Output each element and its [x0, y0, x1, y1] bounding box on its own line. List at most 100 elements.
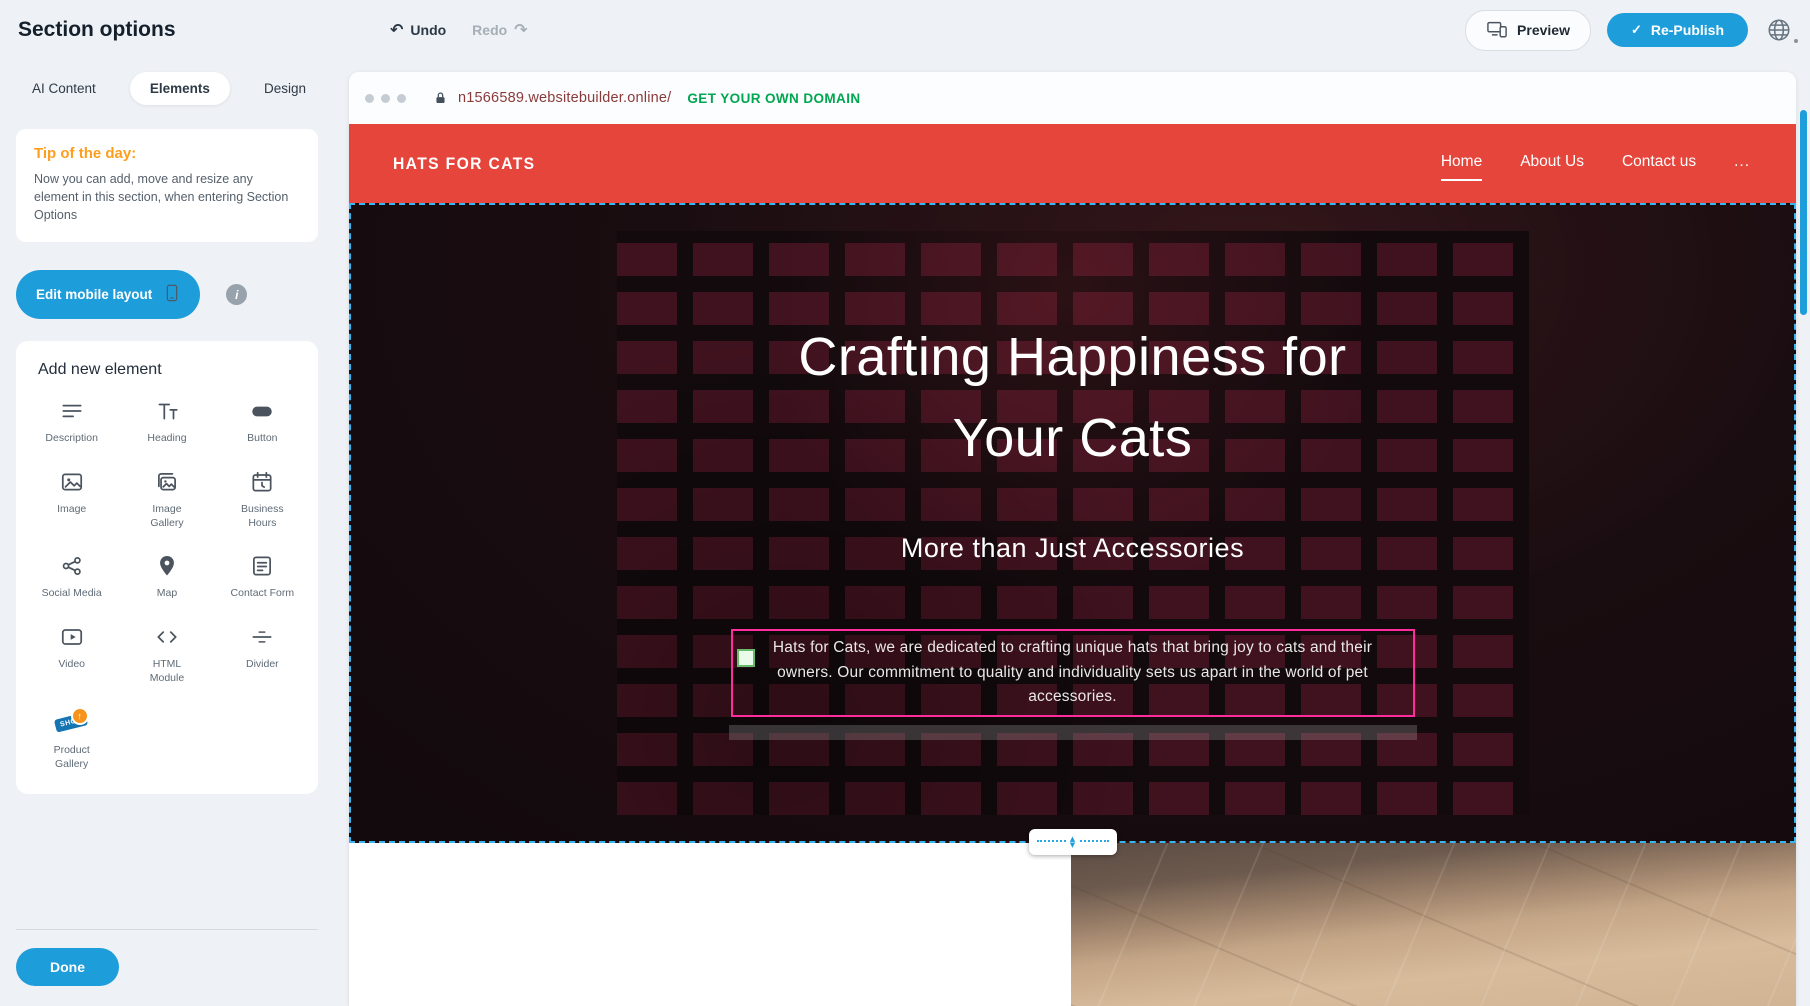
sidebar-spacer — [0, 794, 334, 930]
main-canvas: n1566589.websitebuilder.online/ GET YOUR… — [334, 60, 1810, 1006]
element-html-module[interactable]: HTML Module — [119, 623, 214, 685]
image-gallery-icon — [154, 468, 180, 496]
hero-heading[interactable]: Crafting Happiness forYour Cats — [351, 317, 1794, 479]
element-grid: Description Heading Button — [24, 397, 310, 771]
sidebar-tabs: AI Content Elements Design — [26, 72, 312, 105]
undo-redo-group: ↶ Undo Redo ↷ — [390, 22, 528, 38]
canvas-area: n1566589.websitebuilder.online/ GET YOUR… — [334, 60, 1796, 1006]
preview-label: Preview — [1517, 22, 1570, 38]
element-label: Contact Form — [231, 587, 295, 601]
info-icon[interactable]: i — [226, 284, 247, 305]
element-image[interactable]: Image — [24, 468, 119, 530]
heading-icon — [154, 397, 180, 425]
element-drag-handle[interactable] — [737, 649, 755, 667]
site-page: HATS FOR CATS Home About Us Contact us .… — [349, 124, 1796, 1006]
site-nav: Home About Us Contact us ... — [1441, 153, 1750, 175]
republish-button[interactable]: ✓ Re-Publish — [1607, 13, 1748, 47]
element-social-media[interactable]: Social Media — [24, 552, 119, 601]
element-description[interactable]: Description — [24, 397, 119, 446]
drag-ghost-bar — [729, 725, 1417, 740]
sidebar-divider — [16, 929, 318, 930]
redo-button[interactable]: Redo ↷ — [472, 22, 527, 38]
element-label: Image Gallery — [135, 503, 199, 530]
description-icon — [59, 397, 85, 425]
add-element-title: Add new element — [38, 361, 310, 379]
browser-chrome: n1566589.websitebuilder.online/ GET YOUR… — [349, 72, 1796, 124]
scrollbar[interactable] — [1796, 60, 1810, 1006]
add-element-panel: Add new element Description Heading — [16, 341, 318, 793]
selected-text-element[interactable]: Hats for Cats, we are dedicated to craft… — [731, 629, 1415, 717]
element-label: HTML Module — [135, 658, 199, 685]
app-body: AI Content Elements Design Tip of the da… — [0, 60, 1810, 1006]
tab-design[interactable]: Design — [258, 72, 312, 105]
undo-label: Undo — [410, 22, 446, 38]
next-section — [349, 843, 1796, 1006]
check-icon: ✓ — [1631, 22, 1642, 38]
element-label: Divider — [246, 658, 279, 672]
app: Section options ↶ Undo Redo ↷ Preview ✓ … — [0, 0, 1810, 1006]
topbar-actions: Preview ✓ Re-Publish — [1465, 10, 1794, 51]
window-dot — [397, 94, 406, 103]
element-label: Map — [157, 587, 177, 601]
pavement-image — [1071, 843, 1796, 1006]
tab-elements[interactable]: Elements — [130, 72, 230, 105]
element-map[interactable]: Map — [119, 552, 214, 601]
edit-mobile-layout-button[interactable]: Edit mobile layout — [16, 270, 200, 319]
next-section-left — [349, 843, 1071, 1006]
undo-icon: ↶ — [390, 22, 403, 38]
divider-icon — [249, 623, 275, 651]
tip-body: Now you can add, move and resize any ele… — [34, 170, 300, 224]
undo-button[interactable]: ↶ Undo — [390, 22, 446, 38]
element-heading[interactable]: Heading — [119, 397, 214, 446]
element-image-gallery[interactable]: Image Gallery — [119, 468, 214, 530]
image-icon — [59, 468, 85, 496]
lock-icon — [433, 90, 448, 106]
site-logo[interactable]: HATS FOR CATS — [393, 154, 535, 174]
nav-home[interactable]: Home — [1441, 153, 1482, 175]
nav-contact-us[interactable]: Contact us — [1622, 153, 1696, 175]
element-label: Social Media — [42, 587, 102, 601]
element-label: Business Hours — [230, 503, 294, 530]
video-icon — [59, 623, 85, 651]
phone-icon — [164, 283, 180, 306]
social-media-icon — [59, 552, 85, 580]
site-header: HATS FOR CATS Home About Us Contact us .… — [349, 124, 1796, 203]
element-label: Heading — [147, 432, 186, 446]
devices-icon — [1486, 19, 1508, 42]
contact-form-icon — [249, 552, 275, 580]
element-label: Image — [57, 503, 86, 517]
window-dot — [365, 94, 374, 103]
hero-subheading[interactable]: More than Just Accessories — [351, 533, 1794, 564]
element-video[interactable]: Video — [24, 623, 119, 685]
redo-label: Redo — [472, 22, 507, 38]
element-button[interactable]: Button — [215, 397, 310, 446]
map-pin-icon — [154, 552, 180, 580]
nav-about-us[interactable]: About Us — [1520, 153, 1584, 175]
nav-more[interactable]: ... — [1734, 153, 1750, 175]
element-label: Video — [58, 658, 85, 672]
window-dot — [381, 94, 390, 103]
topbar: Section options ↶ Undo Redo ↷ Preview ✓ … — [0, 0, 1810, 60]
tip-title: Tip of the day: — [34, 145, 300, 162]
scrollbar-thumb[interactable] — [1800, 110, 1807, 315]
element-divider[interactable]: Divider — [215, 623, 310, 685]
tab-ai-content[interactable]: AI Content — [26, 72, 102, 105]
sidebar: AI Content Elements Design Tip of the da… — [0, 60, 334, 1006]
element-business-hours[interactable]: Business Hours — [215, 468, 310, 530]
resize-arrows-icon: ▲▼ — [1067, 836, 1078, 849]
section-resize-handle[interactable]: ▲▼ — [1029, 829, 1117, 855]
product-gallery-icon: SHOP ↑ — [55, 707, 89, 737]
business-hours-icon — [249, 468, 275, 496]
element-product-gallery[interactable]: SHOP ↑ Product Gallery — [24, 707, 119, 771]
button-icon — [249, 397, 275, 425]
done-button[interactable]: Done — [16, 948, 119, 986]
site-url[interactable]: n1566589.websitebuilder.online/ — [458, 90, 671, 106]
get-domain-link[interactable]: GET YOUR OWN DOMAIN — [687, 91, 860, 106]
preview-button[interactable]: Preview — [1465, 10, 1591, 51]
hero-section-selected[interactable]: Crafting Happiness forYour Cats More tha… — [349, 203, 1796, 843]
html-module-icon — [154, 623, 180, 651]
element-contact-form[interactable]: Contact Form — [215, 552, 310, 601]
element-label: Description — [45, 432, 98, 446]
globe-icon[interactable] — [1764, 15, 1794, 45]
mobile-layout-row: Edit mobile layout i — [16, 270, 318, 319]
